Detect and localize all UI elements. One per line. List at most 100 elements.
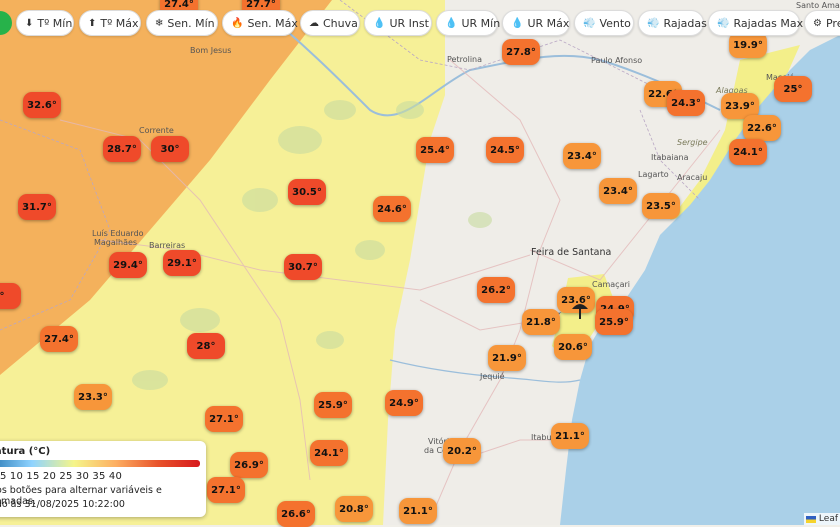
station-temperature-marker[interactable]: 21.9° (488, 345, 526, 371)
toolbar-button-vento[interactable]: 💨 Vento (574, 10, 634, 36)
legend-ticks: 0 5 10 15 20 25 30 35 40 (0, 471, 123, 482)
toolbar-button-icon: 🔥 (231, 17, 244, 29)
station-temperature-marker[interactable]: 21.1° (399, 498, 437, 524)
toolbar-button-label: Sen. Máx (247, 16, 298, 30)
toolbar-button-ur-mín[interactable]: 💧 UR Mín (436, 10, 501, 36)
toolbar-button-icon: ⬇ (25, 17, 34, 29)
toolbar-button-icon: 💧 (511, 17, 524, 29)
legend-updated-time: ado às 31/08/2025 10:22:00 (0, 499, 125, 510)
toolbar-button-ur-inst[interactable]: 💧 UR Inst (364, 10, 432, 36)
toolbar-button-rajadas-max[interactable]: 💨 Rajadas Max (708, 10, 804, 36)
toolbar-button-tº-mín[interactable]: ⬇ Tº Mín (16, 10, 74, 36)
station-temperature-marker[interactable]: 23.5° (642, 193, 680, 219)
station-temperature-marker[interactable]: 28° (187, 333, 225, 359)
toolbar-button-icon: 💨 (647, 17, 660, 29)
toolbar-button-icon: 💧 (373, 17, 386, 29)
city-label: Itabaiana (651, 153, 689, 162)
toolbar-button-label: Vento (599, 16, 631, 30)
city-label: Barreiras (149, 241, 186, 250)
station-temperature-marker[interactable]: 24.6° (373, 196, 411, 222)
station-temperature-marker[interactable]: 27.8° (502, 39, 540, 65)
station-temperature-marker[interactable]: 27.4° (40, 326, 78, 352)
station-temperature-marker[interactable]: 20.8° (335, 496, 373, 522)
city-label: Luís Eduardo (92, 229, 144, 238)
attribution-text: Leaf (818, 514, 838, 524)
station-temperature-marker[interactable]: 21.8° (522, 309, 560, 335)
toolbar-button-pre[interactable]: ⚙Pre (804, 10, 840, 36)
station-temperature-marker[interactable]: 26.6° (277, 501, 315, 527)
toolbar-button-label: Tº Mín (37, 16, 73, 30)
toolbar-button-label: Pre (825, 16, 840, 30)
ukraine-flag-icon (805, 515, 816, 523)
station-temperature-marker[interactable]: 32.6° (23, 92, 61, 118)
city-label: Magalhães (94, 238, 138, 247)
station-temperature-marker[interactable]: 31.7° (18, 194, 56, 220)
station-temperature-marker[interactable]: 23.4° (563, 143, 601, 169)
station-temperature-marker[interactable]: 26.2° (477, 277, 515, 303)
legend-title: ratura (°C) (0, 446, 51, 457)
city-label: Sergipe (677, 138, 708, 147)
station-temperature-marker[interactable]: 30° (151, 136, 189, 162)
toolbar-button-label: Sen. Mín (167, 16, 215, 30)
station-temperature-marker[interactable]: 26.9° (230, 452, 268, 478)
city-label: Paulo Afonso (591, 56, 643, 65)
station-temperature-marker[interactable]: 28.7° (103, 136, 141, 162)
station-temperature-marker[interactable]: 25.4° (416, 137, 454, 163)
toolbar-button-icon: 💧 (445, 17, 458, 29)
station-temperature-marker[interactable]: 25.9° (314, 392, 352, 418)
toolbar-button-label: Rajadas Max (733, 16, 804, 30)
toolbar-button-sen-mín[interactable]: ❄ Sen. Mín (146, 10, 218, 36)
city-label: Jequié (480, 372, 505, 381)
station-temperature-marker[interactable]: 25° (774, 76, 812, 102)
station-temperature-marker[interactable]: 23.4° (599, 178, 637, 204)
station-temperature-marker[interactable]: 24.1° (310, 440, 348, 466)
toolbar-button-label: Chuva (323, 16, 358, 30)
toolbar-button-icon: ☁ (309, 17, 319, 29)
umbrella-icon (572, 304, 588, 319)
toolbar-button-icon: 💨 (717, 17, 730, 29)
station-temperature-marker[interactable]: 30.7° (284, 254, 322, 280)
station-temperature-marker[interactable]: 24.1° (729, 139, 767, 165)
toolbar-button-sen-máx[interactable]: 🔥 Sen. Máx (222, 10, 298, 36)
city-label: Santo Amaro (796, 1, 840, 10)
station-temperature-marker[interactable]: 24.5° (486, 137, 524, 163)
variable-toolbar: ⬇ Tº Mín ⬆ Tº Máx ❄ Sen. Mín 🔥 Sen. Máx ☁ Chuva 💧 U… (0, 10, 840, 38)
toolbar-button-icon: ⬆ (88, 17, 97, 29)
station-temperature-marker[interactable]: 21.1° (551, 423, 589, 449)
toolbar-button-label: Tº Máx (100, 16, 139, 30)
city-label: Corrente (139, 126, 174, 135)
station-temperature-marker[interactable]: 20.2° (443, 438, 481, 464)
city-label: Aracaju (677, 173, 708, 182)
city-label: Lagarto (638, 170, 669, 179)
station-temperature-marker[interactable]: 25.9° (595, 309, 633, 335)
station-temperature-marker[interactable]: 29.1° (163, 250, 201, 276)
station-temperature-marker[interactable]: 27.1° (205, 406, 243, 432)
toolbar-button-ur-máx[interactable]: 💧 UR Máx (502, 10, 570, 36)
station-temperature-marker[interactable]: ° (0, 283, 21, 309)
station-temperature-marker[interactable]: 30.5° (288, 179, 326, 205)
status-dot-icon[interactable] (0, 11, 12, 35)
city-label: Bom Jesus (190, 46, 232, 55)
legend-color-bar (0, 460, 200, 467)
station-temperature-marker[interactable]: 23.3° (74, 384, 112, 410)
station-temperature-marker[interactable]: 22.6° (743, 115, 781, 141)
city-label: Camaçari (592, 280, 630, 289)
city-label: Petrolina (447, 55, 483, 64)
toolbar-button-rajadas[interactable]: 💨 Rajadas (638, 10, 707, 36)
toolbar-button-icon: 💨 (583, 17, 596, 29)
station-temperature-marker[interactable]: 27.1° (207, 477, 245, 503)
toolbar-button-label: UR Mín (461, 16, 501, 30)
station-temperature-marker[interactable]: 20.6° (554, 334, 592, 360)
toolbar-button-label: UR Inst (389, 16, 429, 30)
station-temperature-marker[interactable]: 24.3° (667, 90, 705, 116)
map-attribution[interactable]: Leaf (803, 513, 840, 525)
temperature-legend: ratura (°C) 0 5 10 15 20 25 30 35 40 nos… (0, 441, 206, 517)
station-temperature-marker[interactable]: 29.4° (109, 252, 147, 278)
station-temperature-marker[interactable]: 24.9° (385, 390, 423, 416)
toolbar-button-icon: ❄ (155, 17, 164, 29)
city-label: Feira de Santana (531, 247, 612, 258)
toolbar-button-label: Rajadas (663, 16, 707, 30)
toolbar-button-icon: ⚙ (813, 17, 822, 29)
toolbar-button-tº-máx[interactable]: ⬆ Tº Máx (79, 10, 141, 36)
toolbar-button-chuva[interactable]: ☁ Chuva (300, 10, 360, 36)
